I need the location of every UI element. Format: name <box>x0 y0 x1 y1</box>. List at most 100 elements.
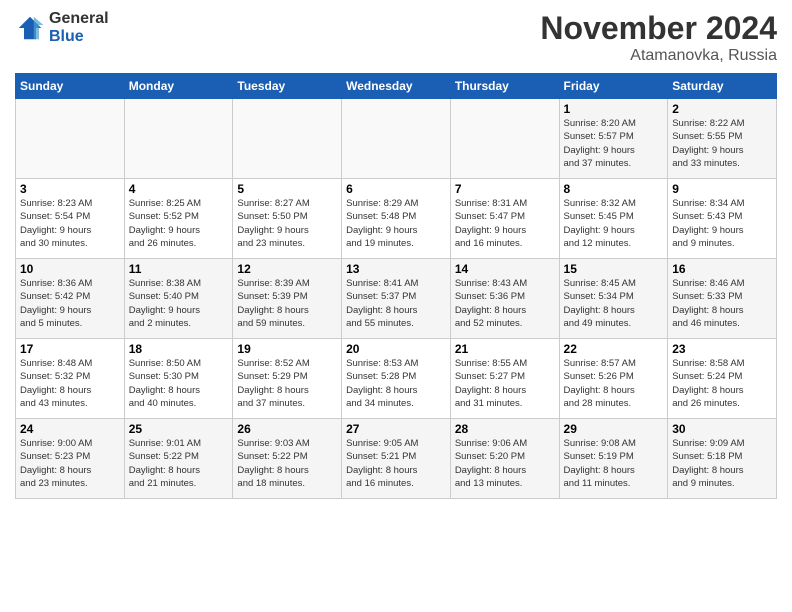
day-info: Sunrise: 8:29 AM Sunset: 5:48 PM Dayligh… <box>346 197 446 250</box>
day-number: 26 <box>237 422 337 436</box>
calendar-cell: 4Sunrise: 8:25 AM Sunset: 5:52 PM Daylig… <box>124 179 233 259</box>
calendar-cell: 23Sunrise: 8:58 AM Sunset: 5:24 PM Dayli… <box>668 339 777 419</box>
calendar-cell: 10Sunrise: 8:36 AM Sunset: 5:42 PM Dayli… <box>16 259 125 339</box>
day-info: Sunrise: 8:57 AM Sunset: 5:26 PM Dayligh… <box>564 357 664 410</box>
calendar-cell: 13Sunrise: 8:41 AM Sunset: 5:37 PM Dayli… <box>342 259 451 339</box>
day-info: Sunrise: 8:50 AM Sunset: 5:30 PM Dayligh… <box>129 357 229 410</box>
calendar-cell: 22Sunrise: 8:57 AM Sunset: 5:26 PM Dayli… <box>559 339 668 419</box>
day-number: 28 <box>455 422 555 436</box>
calendar-week-row: 17Sunrise: 8:48 AM Sunset: 5:32 PM Dayli… <box>16 339 777 419</box>
day-info: Sunrise: 8:58 AM Sunset: 5:24 PM Dayligh… <box>672 357 772 410</box>
day-info: Sunrise: 8:36 AM Sunset: 5:42 PM Dayligh… <box>20 277 120 330</box>
day-info: Sunrise: 8:22 AM Sunset: 5:55 PM Dayligh… <box>672 117 772 170</box>
calendar-cell: 2Sunrise: 8:22 AM Sunset: 5:55 PM Daylig… <box>668 99 777 179</box>
calendar-cell: 1Sunrise: 8:20 AM Sunset: 5:57 PM Daylig… <box>559 99 668 179</box>
day-number: 6 <box>346 182 446 196</box>
day-number: 9 <box>672 182 772 196</box>
day-info: Sunrise: 8:55 AM Sunset: 5:27 PM Dayligh… <box>455 357 555 410</box>
calendar-cell: 5Sunrise: 8:27 AM Sunset: 5:50 PM Daylig… <box>233 179 342 259</box>
day-number: 24 <box>20 422 120 436</box>
day-of-week-header: Friday <box>559 74 668 99</box>
calendar-cell: 29Sunrise: 9:08 AM Sunset: 5:19 PM Dayli… <box>559 419 668 499</box>
calendar-cell: 25Sunrise: 9:01 AM Sunset: 5:22 PM Dayli… <box>124 419 233 499</box>
day-info: Sunrise: 8:43 AM Sunset: 5:36 PM Dayligh… <box>455 277 555 330</box>
logo-text: General Blue <box>49 10 109 46</box>
day-info: Sunrise: 8:32 AM Sunset: 5:45 PM Dayligh… <box>564 197 664 250</box>
day-of-week-header: Thursday <box>450 74 559 99</box>
day-info: Sunrise: 8:46 AM Sunset: 5:33 PM Dayligh… <box>672 277 772 330</box>
day-number: 27 <box>346 422 446 436</box>
day-number: 8 <box>564 182 664 196</box>
day-info: Sunrise: 8:39 AM Sunset: 5:39 PM Dayligh… <box>237 277 337 330</box>
day-info: Sunrise: 9:05 AM Sunset: 5:21 PM Dayligh… <box>346 437 446 490</box>
day-info: Sunrise: 8:27 AM Sunset: 5:50 PM Dayligh… <box>237 197 337 250</box>
day-of-week-header: Saturday <box>668 74 777 99</box>
location: Atamanovka, Russia <box>540 47 777 65</box>
calendar-week-row: 1Sunrise: 8:20 AM Sunset: 5:57 PM Daylig… <box>16 99 777 179</box>
calendar-week-row: 3Sunrise: 8:23 AM Sunset: 5:54 PM Daylig… <box>16 179 777 259</box>
calendar-cell: 15Sunrise: 8:45 AM Sunset: 5:34 PM Dayli… <box>559 259 668 339</box>
day-number: 12 <box>237 262 337 276</box>
day-info: Sunrise: 9:00 AM Sunset: 5:23 PM Dayligh… <box>20 437 120 490</box>
day-number: 23 <box>672 342 772 356</box>
day-number: 20 <box>346 342 446 356</box>
calendar: SundayMondayTuesdayWednesdayThursdayFrid… <box>15 73 777 499</box>
calendar-cell: 27Sunrise: 9:05 AM Sunset: 5:21 PM Dayli… <box>342 419 451 499</box>
logo-icon <box>15 13 45 43</box>
calendar-cell: 6Sunrise: 8:29 AM Sunset: 5:48 PM Daylig… <box>342 179 451 259</box>
calendar-cell: 7Sunrise: 8:31 AM Sunset: 5:47 PM Daylig… <box>450 179 559 259</box>
day-info: Sunrise: 8:25 AM Sunset: 5:52 PM Dayligh… <box>129 197 229 250</box>
calendar-cell: 18Sunrise: 8:50 AM Sunset: 5:30 PM Dayli… <box>124 339 233 419</box>
calendar-cell: 16Sunrise: 8:46 AM Sunset: 5:33 PM Dayli… <box>668 259 777 339</box>
calendar-cell: 11Sunrise: 8:38 AM Sunset: 5:40 PM Dayli… <box>124 259 233 339</box>
day-number: 2 <box>672 102 772 116</box>
day-info: Sunrise: 9:06 AM Sunset: 5:20 PM Dayligh… <box>455 437 555 490</box>
calendar-header: SundayMondayTuesdayWednesdayThursdayFrid… <box>16 74 777 99</box>
calendar-cell: 28Sunrise: 9:06 AM Sunset: 5:20 PM Dayli… <box>450 419 559 499</box>
day-number: 4 <box>129 182 229 196</box>
day-info: Sunrise: 8:23 AM Sunset: 5:54 PM Dayligh… <box>20 197 120 250</box>
day-number: 3 <box>20 182 120 196</box>
day-number: 30 <box>672 422 772 436</box>
day-number: 10 <box>20 262 120 276</box>
calendar-cell: 30Sunrise: 9:09 AM Sunset: 5:18 PM Dayli… <box>668 419 777 499</box>
day-number: 16 <box>672 262 772 276</box>
day-info: Sunrise: 8:20 AM Sunset: 5:57 PM Dayligh… <box>564 117 664 170</box>
day-info: Sunrise: 8:31 AM Sunset: 5:47 PM Dayligh… <box>455 197 555 250</box>
day-number: 21 <box>455 342 555 356</box>
day-info: Sunrise: 8:45 AM Sunset: 5:34 PM Dayligh… <box>564 277 664 330</box>
day-number: 25 <box>129 422 229 436</box>
day-info: Sunrise: 8:38 AM Sunset: 5:40 PM Dayligh… <box>129 277 229 330</box>
calendar-cell <box>233 99 342 179</box>
day-of-week-header: Tuesday <box>233 74 342 99</box>
calendar-cell: 12Sunrise: 8:39 AM Sunset: 5:39 PM Dayli… <box>233 259 342 339</box>
calendar-cell: 17Sunrise: 8:48 AM Sunset: 5:32 PM Dayli… <box>16 339 125 419</box>
day-of-week-header: Monday <box>124 74 233 99</box>
day-info: Sunrise: 8:34 AM Sunset: 5:43 PM Dayligh… <box>672 197 772 250</box>
day-number: 5 <box>237 182 337 196</box>
calendar-cell: 26Sunrise: 9:03 AM Sunset: 5:22 PM Dayli… <box>233 419 342 499</box>
day-number: 14 <box>455 262 555 276</box>
calendar-cell: 20Sunrise: 8:53 AM Sunset: 5:28 PM Dayli… <box>342 339 451 419</box>
day-number: 29 <box>564 422 664 436</box>
day-number: 7 <box>455 182 555 196</box>
day-info: Sunrise: 9:03 AM Sunset: 5:22 PM Dayligh… <box>237 437 337 490</box>
calendar-cell: 21Sunrise: 8:55 AM Sunset: 5:27 PM Dayli… <box>450 339 559 419</box>
header: General Blue November 2024 Atamanovka, R… <box>15 10 777 65</box>
day-number: 15 <box>564 262 664 276</box>
calendar-cell: 19Sunrise: 8:52 AM Sunset: 5:29 PM Dayli… <box>233 339 342 419</box>
page-container: General Blue November 2024 Atamanovka, R… <box>0 0 792 509</box>
day-number: 1 <box>564 102 664 116</box>
logo: General Blue <box>15 10 109 46</box>
day-info: Sunrise: 8:52 AM Sunset: 5:29 PM Dayligh… <box>237 357 337 410</box>
month-title: November 2024 <box>540 10 777 47</box>
calendar-cell: 9Sunrise: 8:34 AM Sunset: 5:43 PM Daylig… <box>668 179 777 259</box>
day-number: 18 <box>129 342 229 356</box>
day-of-week-header: Wednesday <box>342 74 451 99</box>
calendar-cell <box>124 99 233 179</box>
calendar-body: 1Sunrise: 8:20 AM Sunset: 5:57 PM Daylig… <box>16 99 777 499</box>
day-number: 22 <box>564 342 664 356</box>
day-number: 19 <box>237 342 337 356</box>
day-number: 17 <box>20 342 120 356</box>
calendar-cell <box>342 99 451 179</box>
